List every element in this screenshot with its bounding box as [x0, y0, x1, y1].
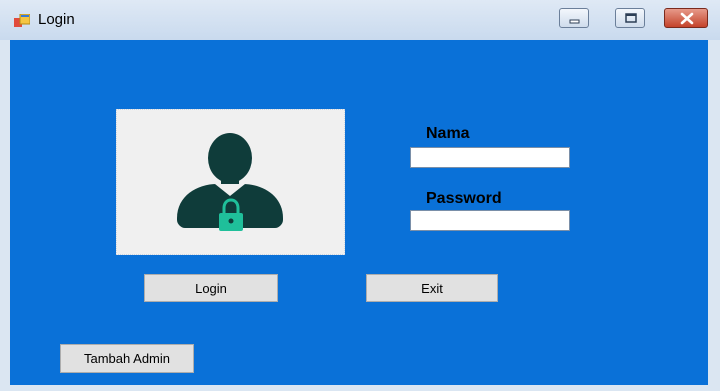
- minimize-button[interactable]: [559, 8, 589, 28]
- user-lock-icon: [177, 133, 283, 231]
- close-icon: [680, 12, 694, 25]
- nama-label: Nama: [426, 125, 470, 142]
- minimize-icon: [569, 19, 580, 24]
- app-form-icon: [14, 14, 30, 27]
- window-title: Login: [38, 11, 75, 28]
- avatar-picturebox: [116, 109, 345, 255]
- maximize-icon: [625, 13, 637, 23]
- password-label: Password: [426, 190, 502, 207]
- nama-input[interactable]: [410, 147, 570, 168]
- exit-button[interactable]: Exit: [366, 274, 498, 302]
- login-button[interactable]: Login: [144, 274, 278, 302]
- close-button[interactable]: [664, 8, 708, 28]
- title-bar[interactable]: Login: [0, 0, 720, 40]
- maximize-button[interactable]: [615, 8, 645, 28]
- login-window: Login Nama Password Login Exit Tambah Ad…: [0, 0, 720, 391]
- tambah-admin-button[interactable]: Tambah Admin: [60, 344, 194, 373]
- form-client-area: Nama Password Login Exit Tambah Admin: [10, 40, 708, 385]
- password-input[interactable]: [410, 210, 570, 231]
